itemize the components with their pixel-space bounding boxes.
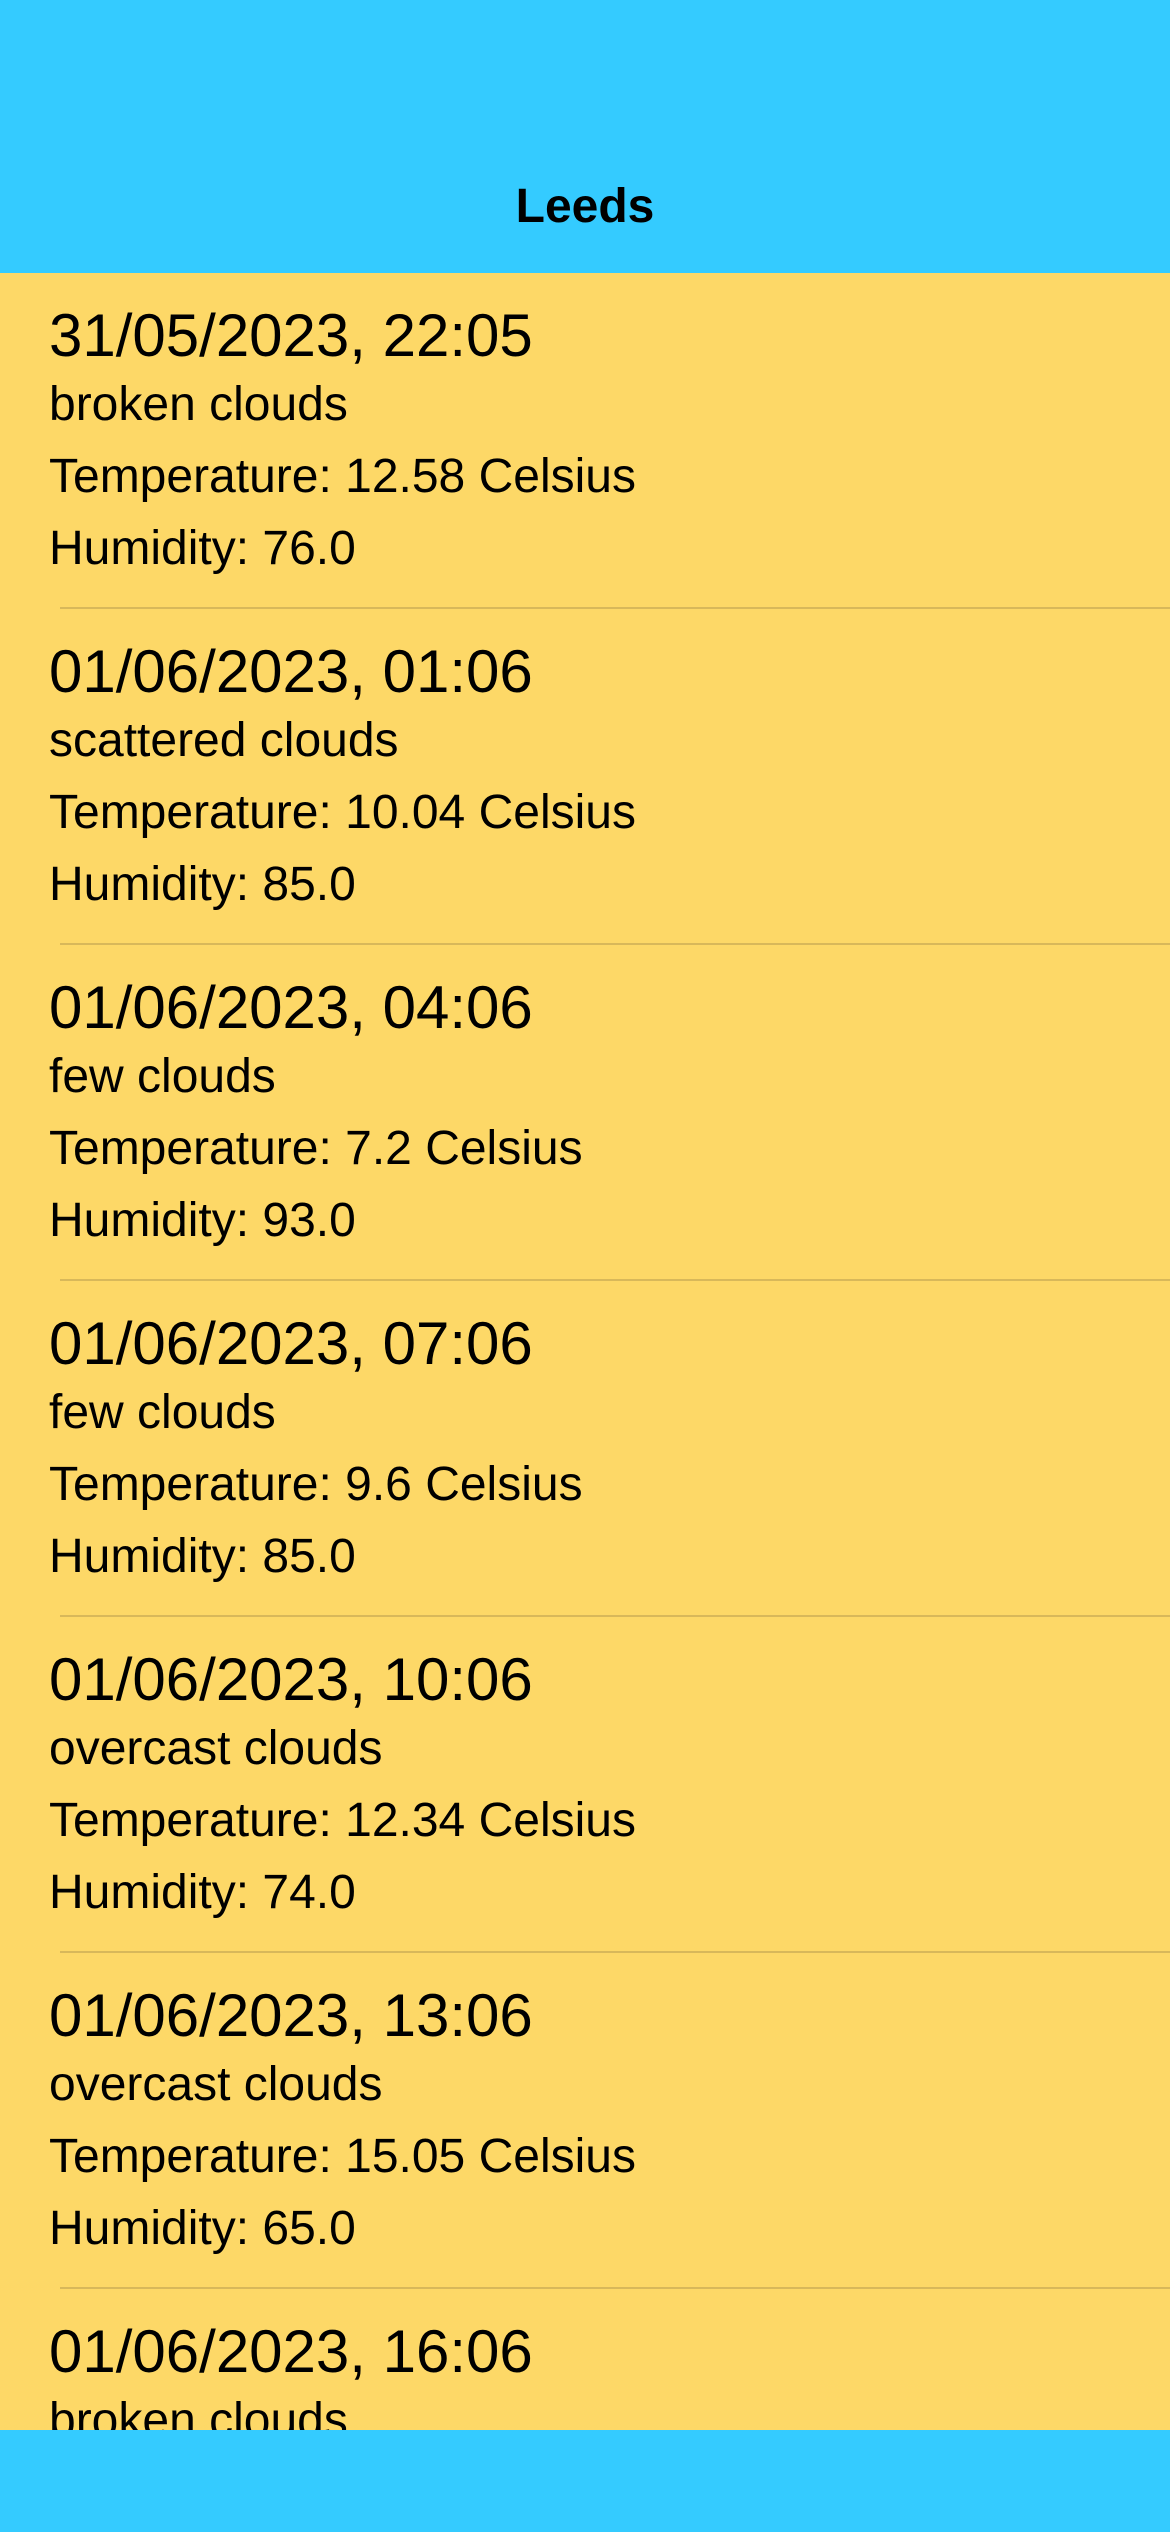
forecast-description: scattered clouds (49, 714, 399, 767)
forecast-humidity: Humidity: 85.0 (49, 1530, 356, 1583)
forecast-datetime: 01/06/2023, 07:06 (49, 1310, 533, 1377)
list-item[interactable]: 01/06/2023, 07:06 few clouds Temperature… (0, 1281, 1170, 1617)
forecast-description: overcast clouds (49, 2058, 383, 2111)
forecast-description: few clouds (49, 1386, 276, 1439)
list-item[interactable]: 01/06/2023, 13:06 overcast clouds Temper… (0, 1953, 1170, 2289)
forecast-datetime: 01/06/2023, 10:06 (49, 1646, 533, 1713)
page-title: Leeds (515, 180, 655, 233)
forecast-temperature: Temperature: 10.04 Celsius (49, 786, 636, 839)
list-item[interactable]: 01/06/2023, 04:06 few clouds Temperature… (0, 945, 1170, 1281)
forecast-temperature: Temperature: 12.34 Celsius (49, 1794, 636, 1847)
forecast-datetime: 01/06/2023, 01:06 (49, 638, 533, 705)
forecast-humidity: Humidity: 93.0 (49, 1194, 356, 1247)
forecast-temperature: Temperature: 12.58 Celsius (49, 450, 636, 503)
list-item[interactable]: 31/05/2023, 22:05 broken clouds Temperat… (0, 273, 1170, 609)
forecast-temperature: Temperature: 15.05 Celsius (49, 2130, 636, 2183)
forecast-humidity: Humidity: 65.0 (49, 2202, 356, 2255)
forecast-temperature: Temperature: 7.2 Celsius (49, 1122, 583, 1175)
forecast-description: few clouds (49, 1050, 276, 1103)
forecast-temperature: Temperature: 9.6 Celsius (49, 1458, 583, 1511)
list-item[interactable]: 01/06/2023, 01:06 scattered clouds Tempe… (0, 609, 1170, 945)
forecast-humidity: Humidity: 85.0 (49, 858, 356, 911)
bottom-bar (0, 2430, 1170, 2532)
list-item[interactable]: 01/06/2023, 16:06 broken clouds (0, 2289, 1170, 2430)
forecast-list[interactable]: 31/05/2023, 22:05 broken clouds Temperat… (0, 273, 1170, 2430)
forecast-datetime: 01/06/2023, 13:06 (49, 1982, 533, 2049)
forecast-datetime: 31/05/2023, 22:05 (49, 302, 533, 369)
list-item[interactable]: 01/06/2023, 10:06 overcast clouds Temper… (0, 1617, 1170, 1953)
forecast-description: broken clouds (49, 378, 348, 431)
forecast-datetime: 01/06/2023, 04:06 (49, 974, 533, 1041)
navigation-bar: Leeds (0, 0, 1170, 273)
forecast-humidity: Humidity: 76.0 (49, 522, 356, 575)
forecast-datetime: 01/06/2023, 16:06 (49, 2318, 533, 2385)
forecast-description: overcast clouds (49, 1722, 383, 1775)
forecast-description: broken clouds (49, 2394, 348, 2430)
forecast-humidity: Humidity: 74.0 (49, 1866, 356, 1919)
